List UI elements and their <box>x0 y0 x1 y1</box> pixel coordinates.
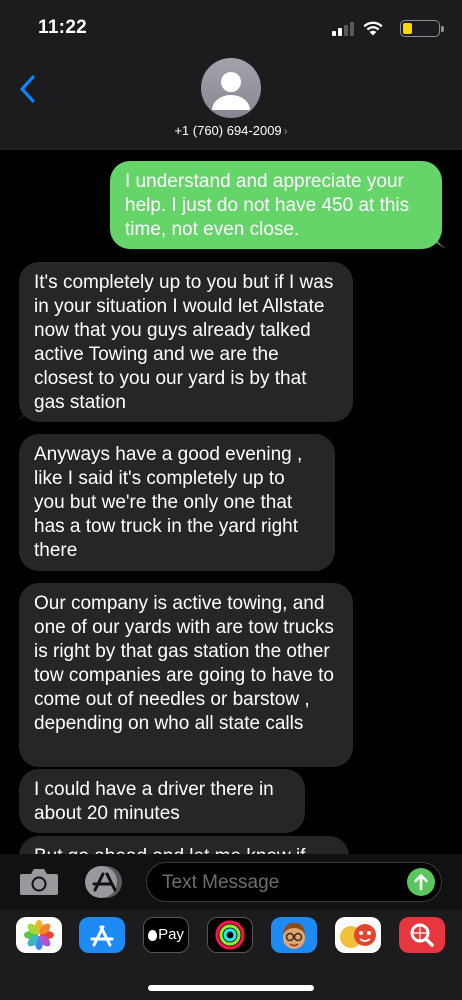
contact-avatar[interactable] <box>201 58 261 118</box>
message-bubble-received[interactable]: Anyways have a good evening , like I sai… <box>19 434 335 571</box>
message-input[interactable]: Text Message <box>146 862 442 902</box>
apple-logo-icon <box>148 929 158 941</box>
message-text: It's completely up to you but if I was i… <box>34 272 334 413</box>
message-text: Our company is active towing, and one of… <box>34 593 334 734</box>
message-bubble-received[interactable]: I could have a driver there in about 20 … <box>19 769 305 833</box>
back-chevron-icon[interactable] <box>14 72 42 106</box>
status-time: 11:22 <box>38 17 88 38</box>
app-store-icon[interactable] <box>79 917 125 953</box>
animoji-icon[interactable] <box>335 917 381 953</box>
message-bubble-received[interactable]: It's completely up to you but if I was i… <box>13 262 353 422</box>
camera-icon[interactable] <box>19 868 59 896</box>
app-store-icon[interactable] <box>84 865 124 899</box>
contact-phone-number: +1 (760) 694-2009 <box>174 123 282 138</box>
photos-icon[interactable] <box>16 917 62 953</box>
contact-name-button[interactable]: +1 (760) 694-2009 › <box>0 123 462 138</box>
apple-pay-label: Pay <box>158 926 184 943</box>
chevron-right-icon: › <box>283 124 288 138</box>
message-thread[interactable]: I understand and appreciate your help. I… <box>0 150 462 854</box>
memoji-icon[interactable] <box>271 917 317 953</box>
activity-icon[interactable] <box>207 917 253 953</box>
person-icon <box>212 72 250 110</box>
home-indicator[interactable] <box>148 985 314 991</box>
message-bubble-received[interactable]: But go ahead and let me know if <box>19 836 349 854</box>
cellular-signal-icon <box>332 22 354 36</box>
apple-pay-icon[interactable]: Pay <box>143 917 189 953</box>
message-text: I understand and appreciate your help. I… <box>125 171 410 240</box>
search-images-icon[interactable] <box>399 917 445 953</box>
message-bubble-sent[interactable]: I understand and appreciate your help. I… <box>110 161 448 249</box>
wifi-icon <box>363 21 383 36</box>
send-button[interactable] <box>407 868 435 896</box>
battery-icon <box>400 20 444 37</box>
message-text: Anyways have a good evening , like I sai… <box>34 444 303 561</box>
compose-bar: Text Message <box>0 854 462 910</box>
navigation-header: 11:22 +1 (760) 694-2009 › <box>0 0 462 150</box>
message-text: But go ahead and let me know if <box>34 846 305 854</box>
message-bubble-received[interactable]: Our company is active towing, and one of… <box>19 583 353 767</box>
message-text: I could have a driver there in about 20 … <box>34 779 274 824</box>
arrow-up-icon <box>414 874 428 891</box>
